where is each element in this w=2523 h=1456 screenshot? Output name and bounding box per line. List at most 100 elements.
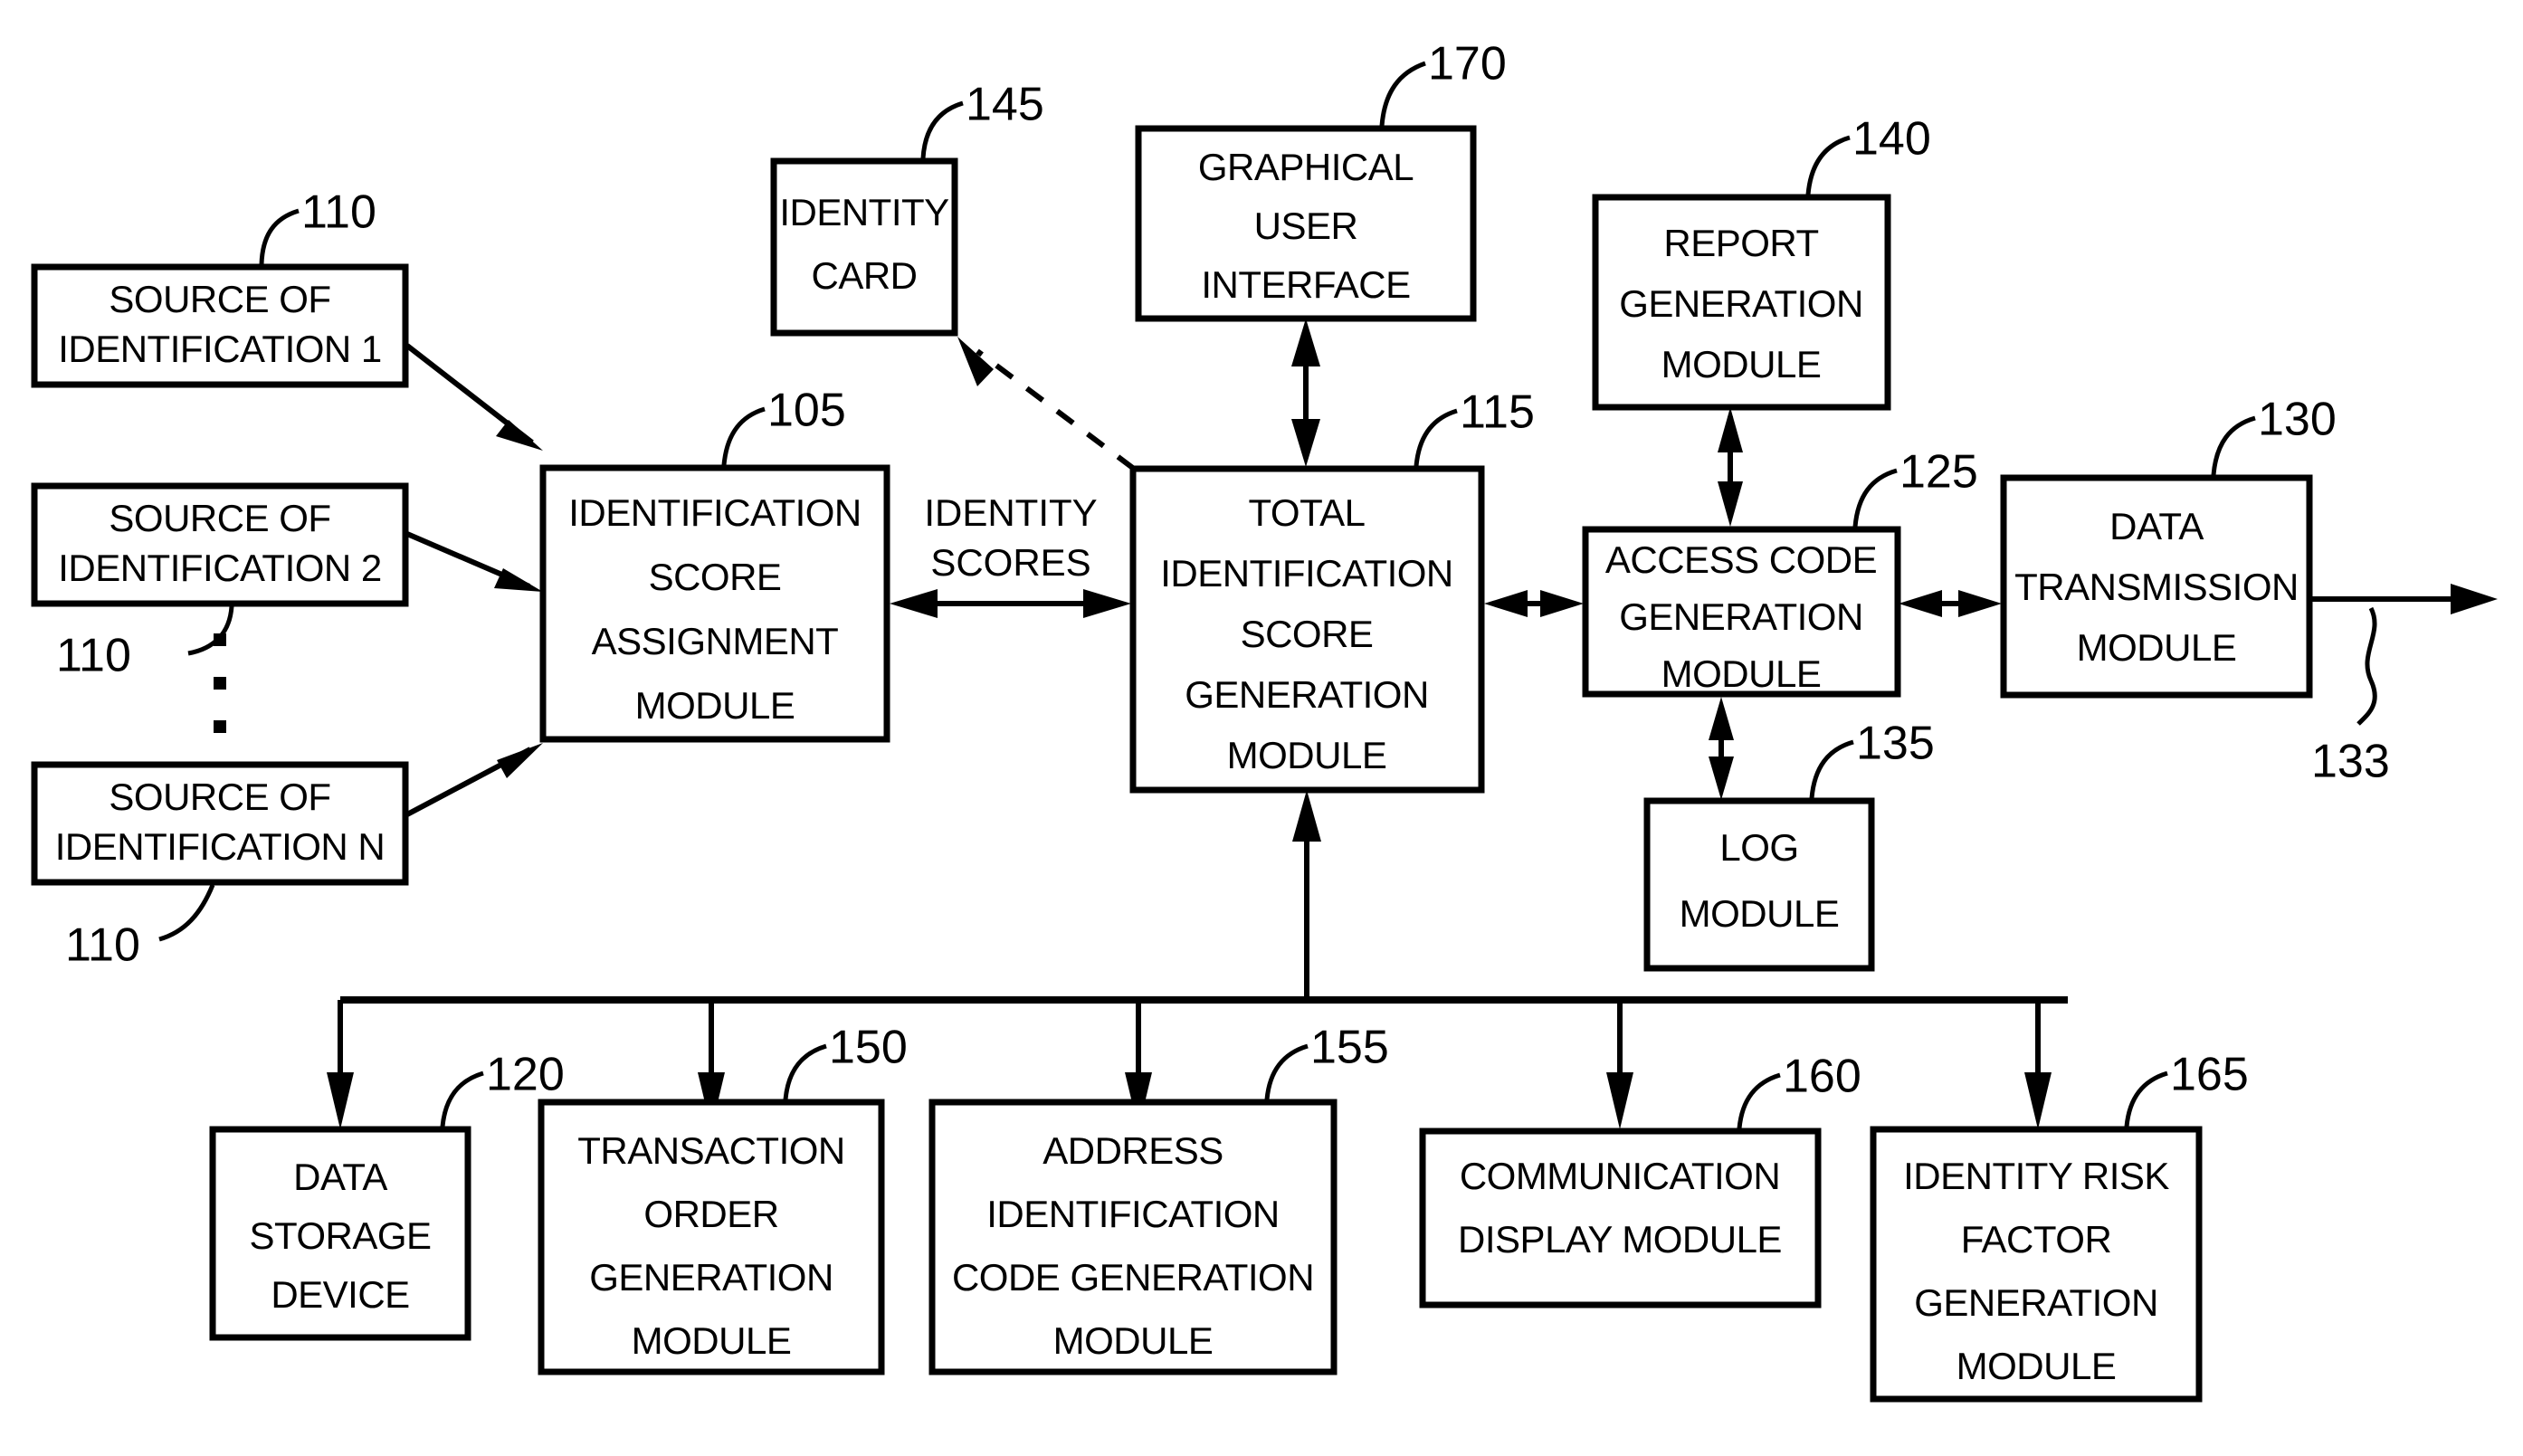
arrow-sourcen-to-105	[405, 743, 543, 817]
ref-number-140: 140	[1852, 113, 1931, 166]
arrow-report-to-access-code	[1718, 407, 1743, 527]
ref-number-170: 170	[1428, 38, 1507, 90]
ellipsis-dot-2	[214, 677, 226, 690]
block-transaction-order-generation-module[interactable]: TRANSACTION ORDER GENERATION MODULE	[538, 1099, 885, 1375]
block-105-line-1: SCORE	[649, 556, 782, 598]
block-160-line-0: COMMUNICATION	[1460, 1155, 1780, 1197]
arrow-gui-to-total-score	[1291, 319, 1320, 467]
block-170-line-2: INTERFACE	[1201, 263, 1410, 306]
block-155-line-0: ADDRESS	[1043, 1129, 1223, 1172]
arrowhead-log-up	[1709, 697, 1734, 740]
block-170-line-1: USER	[1254, 205, 1358, 247]
block-170-line-0: GRAPHICAL	[1198, 146, 1414, 188]
arrow-source2-to-105	[405, 531, 543, 592]
block-140-line-2: MODULE	[1661, 343, 1822, 385]
arrowhead-bus-drop-160	[1606, 1072, 1633, 1129]
block-125-line-0: ACCESS CODE	[1605, 538, 1877, 581]
arrowhead-tsa-right	[1540, 590, 1584, 617]
ref-leader-155: 155	[1264, 1022, 1389, 1100]
arrowhead-tsa-left	[1484, 590, 1528, 617]
block-source-1-line-1: IDENTIFICATION 1	[58, 328, 382, 370]
arrowhead-output	[2451, 584, 2498, 614]
block-report-generation-module[interactable]: REPORT GENERATION MODULE	[1592, 194, 1891, 411]
block-source-of-identification-n[interactable]: SOURCE OF IDENTIFICATION N	[31, 761, 409, 886]
block-source-n-line-1: IDENTIFICATION N	[55, 825, 386, 868]
block-155-line-1: IDENTIFICATION	[986, 1193, 1280, 1235]
block-120-line-0: DATA	[293, 1156, 387, 1198]
block-total-identification-score-generation-module[interactable]: TOTAL IDENTIFICATION SCORE GENERATION MO…	[1129, 465, 1485, 794]
block-140-line-0: REPORT	[1663, 222, 1818, 264]
block-105-line-2: ASSIGNMENT	[592, 620, 839, 662]
sources-ellipsis	[214, 633, 226, 733]
ref-number-105: 105	[767, 385, 846, 437]
arrowhead-source1	[496, 420, 543, 451]
block-source-2-line-0: SOURCE OF	[109, 497, 330, 539]
arrowhead-identity-card	[957, 337, 994, 386]
ref-leader-105: 105	[721, 385, 846, 466]
block-115-line-0: TOTAL	[1249, 491, 1366, 534]
arrowhead-bus-drop-165	[2024, 1072, 2052, 1129]
dashed-link-total-score-to-identity-card	[957, 337, 1136, 471]
block-160-line-1: DISPLAY MODULE	[1458, 1218, 1782, 1261]
ref-number-125: 125	[1899, 446, 1978, 499]
block-source-1-line-0: SOURCE OF	[109, 278, 330, 320]
arrowhead-scores-left	[890, 589, 938, 618]
ref-leader-165: 165	[2124, 1049, 2249, 1128]
ref-leader-145: 145	[920, 79, 1044, 159]
block-identification-score-assignment-module[interactable]: IDENTIFICATION SCORE ASSIGNMENT MODULE	[539, 464, 890, 743]
ref-number-130: 130	[2258, 394, 2337, 446]
block-140-line-1: GENERATION	[1619, 282, 1863, 325]
block-150-line-0: TRANSACTION	[577, 1129, 845, 1172]
block-145-line-1: CARD	[811, 254, 917, 297]
ref-leader-115: 115	[1414, 386, 1535, 467]
ref-number-145: 145	[966, 79, 1044, 131]
block-source-2-line-1: IDENTIFICATION 2	[58, 547, 382, 589]
ellipsis-dot-1	[214, 633, 226, 646]
block-145-rect	[770, 157, 958, 337]
ref-leader-150: 150	[783, 1022, 908, 1100]
ref-number-110-sourcen: 110	[65, 919, 140, 972]
block-115-line-2: SCORE	[1241, 613, 1374, 655]
ref-leader-110-sourcen: 110	[65, 884, 215, 972]
block-source-of-identification-1[interactable]: SOURCE OF IDENTIFICATION 1	[31, 263, 409, 388]
ref-number-115: 115	[1460, 386, 1535, 439]
arrowhead-report-up	[1718, 407, 1743, 452]
block-identity-risk-factor-generation-module[interactable]: IDENTITY RISK FACTOR GENERATION MODULE	[1870, 1126, 2203, 1403]
arrow-source1-to-105	[405, 343, 543, 451]
block-identity-card[interactable]: IDENTITY CARD	[770, 157, 958, 337]
block-105-line-3: MODULE	[635, 684, 795, 727]
ellipsis-dot-3	[214, 720, 226, 733]
block-155-line-2: CODE GENERATION	[952, 1256, 1314, 1299]
ref-number-160: 160	[1783, 1051, 1861, 1103]
block-graphical-user-interface[interactable]: GRAPHICAL USER INTERFACE	[1135, 125, 1477, 322]
arrowhead-acd-right	[1958, 590, 2002, 617]
block-150-line-3: MODULE	[632, 1319, 792, 1362]
block-125-line-1: GENERATION	[1619, 595, 1863, 638]
block-source-of-identification-2[interactable]: SOURCE OF IDENTIFICATION 2	[31, 482, 409, 607]
block-105-line-0: IDENTIFICATION	[568, 491, 862, 534]
block-165-line-2: GENERATION	[1914, 1281, 2158, 1324]
arrowhead-gui-down	[1291, 419, 1320, 467]
ref-leader-160: 160	[1737, 1051, 1861, 1129]
arrowhead-report-down	[1718, 481, 1743, 527]
block-log-module[interactable]: LOG MODULE	[1643, 797, 1875, 972]
ref-leader-110-source2: 110	[56, 605, 234, 682]
block-130-line-0: DATA	[2109, 505, 2204, 547]
block-data-transmission-module[interactable]: DATA TRANSMISSION MODULE	[2000, 474, 2313, 699]
block-access-code-generation-module[interactable]: ACCESS CODE GENERATION MODULE	[1582, 526, 1901, 698]
ref-number-110-source2: 110	[56, 630, 131, 682]
block-115-line-3: GENERATION	[1185, 673, 1429, 716]
block-source-n-line-0: SOURCE OF	[109, 776, 330, 818]
block-address-identification-code-generation-module[interactable]: ADDRESS IDENTIFICATION CODE GENERATION M…	[928, 1099, 1338, 1375]
arrow-access-code-to-log	[1709, 697, 1734, 800]
block-communication-display-module[interactable]: COMMUNICATION DISPLAY MODULE	[1419, 1128, 1822, 1308]
arrowhead-gui-up	[1291, 319, 1320, 366]
block-165-line-0: IDENTITY RISK	[1903, 1155, 2169, 1197]
output-line-from-data-transmission: 133	[2309, 584, 2498, 788]
block-115-line-1: IDENTIFICATION	[1160, 552, 1453, 595]
arrow-access-code-to-data-transmission	[1899, 590, 2002, 617]
block-data-storage-device[interactable]: DATA STORAGE DEVICE	[209, 1126, 471, 1341]
ref-number-150: 150	[829, 1022, 908, 1074]
block-130-line-1: TRANSMISSION	[2014, 566, 2299, 608]
block-150-line-2: GENERATION	[589, 1256, 833, 1299]
